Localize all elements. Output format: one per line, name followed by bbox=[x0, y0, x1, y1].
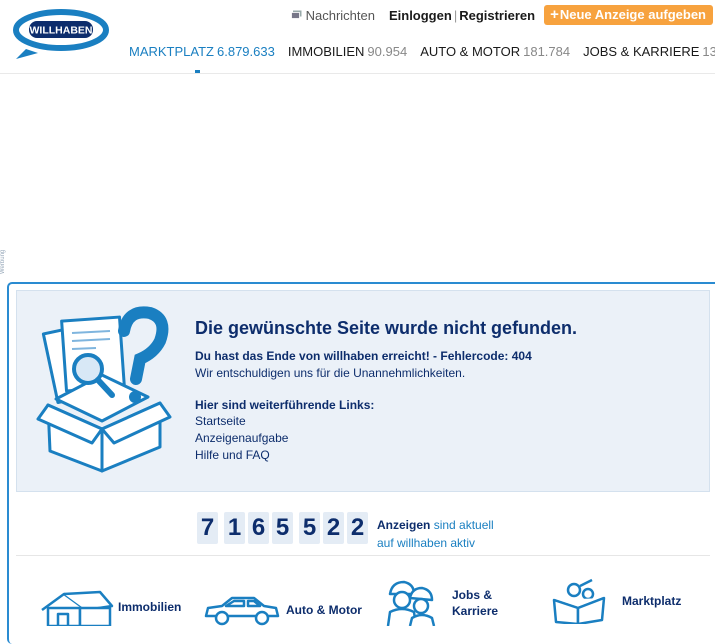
plus-icon: + bbox=[550, 6, 559, 23]
link-anzeigenaufgabe[interactable]: Anzeigenaufgabe bbox=[195, 431, 288, 445]
category-label: Immobilien bbox=[118, 600, 182, 614]
counter-bold-word: Anzeigen bbox=[377, 518, 431, 532]
login-link[interactable]: Einloggen bbox=[389, 8, 452, 23]
counter-digit: 5 bbox=[299, 512, 320, 544]
nav-count: 13.151 bbox=[702, 44, 715, 59]
error-title: Die gewünschte Seite wurde nicht gefunde… bbox=[195, 318, 578, 338]
counter-caption: Anzeigen sind aktuell auf willhaben akti… bbox=[377, 516, 494, 552]
box-icon bbox=[550, 578, 608, 624]
nav-count: 90.954 bbox=[367, 44, 408, 59]
logo-text: WILLHABEN bbox=[30, 25, 93, 37]
error-apology: Wir entschuldigen uns für die Unannehmli… bbox=[195, 366, 466, 380]
category-marktplatz[interactable]: Marktplatz bbox=[550, 578, 681, 624]
register-link[interactable]: Registrieren bbox=[459, 8, 535, 23]
post-ad-label: Neue Anzeige aufgeben bbox=[559, 7, 706, 22]
counter-digit: 2 bbox=[347, 512, 368, 544]
nav-label: MARKTPLATZ bbox=[129, 44, 214, 59]
nav-count: 6.879.633 bbox=[217, 44, 275, 59]
willhaben-logo[interactable]: WILLHABEN bbox=[12, 9, 110, 61]
not-found-illustration-icon bbox=[36, 303, 172, 477]
nav-count: 181.784 bbox=[523, 44, 571, 59]
link-hilfe-faq[interactable]: Hilfe und FAQ bbox=[195, 448, 270, 462]
category-label: Auto & Motor bbox=[286, 603, 362, 617]
messages-label: Nachrichten bbox=[305, 7, 375, 23]
chat-icon bbox=[290, 8, 306, 23]
nav-item-jobs-karriere[interactable]: JOBS & KARRIERE13.151 bbox=[583, 44, 715, 59]
ad-label: Werbung bbox=[0, 249, 6, 274]
link-startseite[interactable]: Startseite bbox=[195, 414, 246, 428]
house-icon bbox=[40, 588, 114, 626]
counter-line1: sind aktuell bbox=[433, 518, 494, 532]
counter-digit: 1 bbox=[224, 512, 245, 544]
listing-counter: 7 1 6 5 5 2 2 bbox=[197, 512, 371, 544]
main-nav: MARKTPLATZ 6.879.633 IMMOBILIEN 90.954 AUT… bbox=[129, 44, 715, 59]
links-heading: Hier sind weiterführende Links: bbox=[195, 398, 375, 412]
category-label: Marktplatz bbox=[622, 594, 682, 608]
nav-item-auto-motor[interactable]: AUTO & MOTOR 181.784 bbox=[420, 44, 570, 59]
auth-separator: | bbox=[453, 7, 458, 23]
error-subtitle: Du hast das Ende von willhaben erreicht!… bbox=[195, 349, 532, 363]
counter-digit: 5 bbox=[272, 512, 293, 544]
category-jobs-karriere[interactable]: Jobs & Karriere bbox=[384, 580, 516, 626]
counter-digit: 7 bbox=[197, 512, 218, 544]
post-ad-button[interactable]: + Neue Anzeige aufgeben bbox=[544, 5, 713, 25]
header-divider bbox=[0, 73, 715, 74]
category-label: Jobs & Karriere bbox=[452, 588, 499, 618]
nav-label: IMMOBILIEN bbox=[287, 44, 365, 59]
category-auto-motor[interactable]: Auto & Motor bbox=[204, 594, 362, 626]
counter-line2: auf willhaben aktiv bbox=[377, 536, 476, 550]
messages-link[interactable]: Nachrichten bbox=[290, 7, 375, 23]
nav-item-immobilien[interactable]: IMMOBILIEN 90.954 bbox=[288, 44, 407, 59]
car-icon bbox=[204, 594, 280, 626]
counter-digit: 6 bbox=[248, 512, 269, 544]
section-divider bbox=[16, 555, 710, 556]
nav-label: AUTO & MOTOR bbox=[420, 44, 521, 59]
nav-label: JOBS & KARRIERE bbox=[583, 44, 700, 59]
counter-digit: 2 bbox=[323, 512, 344, 544]
nav-item-marktplatz[interactable]: MARKTPLATZ 6.879.633 bbox=[129, 44, 275, 59]
category-immobilien[interactable]: Immobilien bbox=[40, 588, 181, 626]
workers-icon bbox=[384, 580, 438, 626]
